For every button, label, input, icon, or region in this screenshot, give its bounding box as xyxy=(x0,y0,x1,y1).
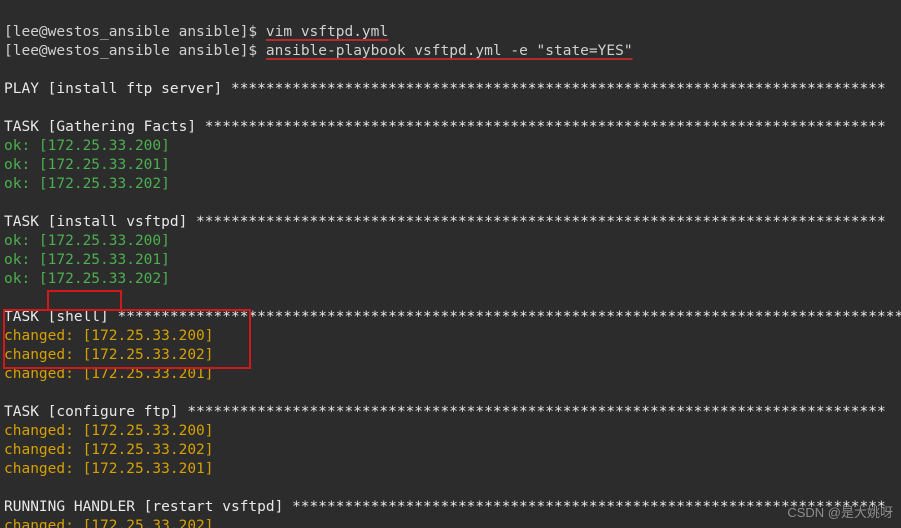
changed-line: changed: [172.25.33.200] xyxy=(4,423,214,439)
command-vim: vim vsftpd.yml xyxy=(266,24,388,40)
task-shell: TASK [shell] ***************************… xyxy=(4,309,901,325)
ok-line: ok: [172.25.33.201] xyxy=(4,157,170,173)
prompt: [lee@westos_ansible ansible]$ xyxy=(4,43,266,59)
changed-line: changed: [172.25.33.201] xyxy=(4,461,214,477)
terminal-output[interactable]: [lee@westos_ansible ansible]$ vim vsftpd… xyxy=(0,0,901,528)
changed-line: changed: [172.25.33.201] xyxy=(4,366,214,382)
ok-line: ok: [172.25.33.200] xyxy=(4,233,170,249)
changed-line: changed: [172.25.33.202] xyxy=(4,347,214,363)
ok-line: ok: [172.25.33.200] xyxy=(4,138,170,154)
running-handler: RUNNING HANDLER [restart vsftpd] *******… xyxy=(4,499,886,515)
task-gathering-facts: TASK [Gathering Facts] *****************… xyxy=(4,119,886,135)
ok-line: ok: [172.25.33.201] xyxy=(4,252,170,268)
play-header: PLAY [install ftp server] **************… xyxy=(4,81,886,97)
ok-line: ok: [172.25.33.202] xyxy=(4,176,170,192)
task-configure-ftp: TASK [configure ftp] *******************… xyxy=(4,404,886,420)
changed-line: changed: [172.25.33.202] xyxy=(4,518,214,528)
changed-line: changed: [172.25.33.200] xyxy=(4,328,214,344)
task-install-vsftpd: TASK [install vsftpd] ******************… xyxy=(4,214,886,230)
command-ansible-playbook: ansible-playbook vsftpd.yml -e "state=YE… xyxy=(266,43,633,59)
prompt: [lee@westos_ansible ansible]$ xyxy=(4,24,266,40)
ok-line: ok: [172.25.33.202] xyxy=(4,271,170,287)
changed-line: changed: [172.25.33.202] xyxy=(4,442,214,458)
